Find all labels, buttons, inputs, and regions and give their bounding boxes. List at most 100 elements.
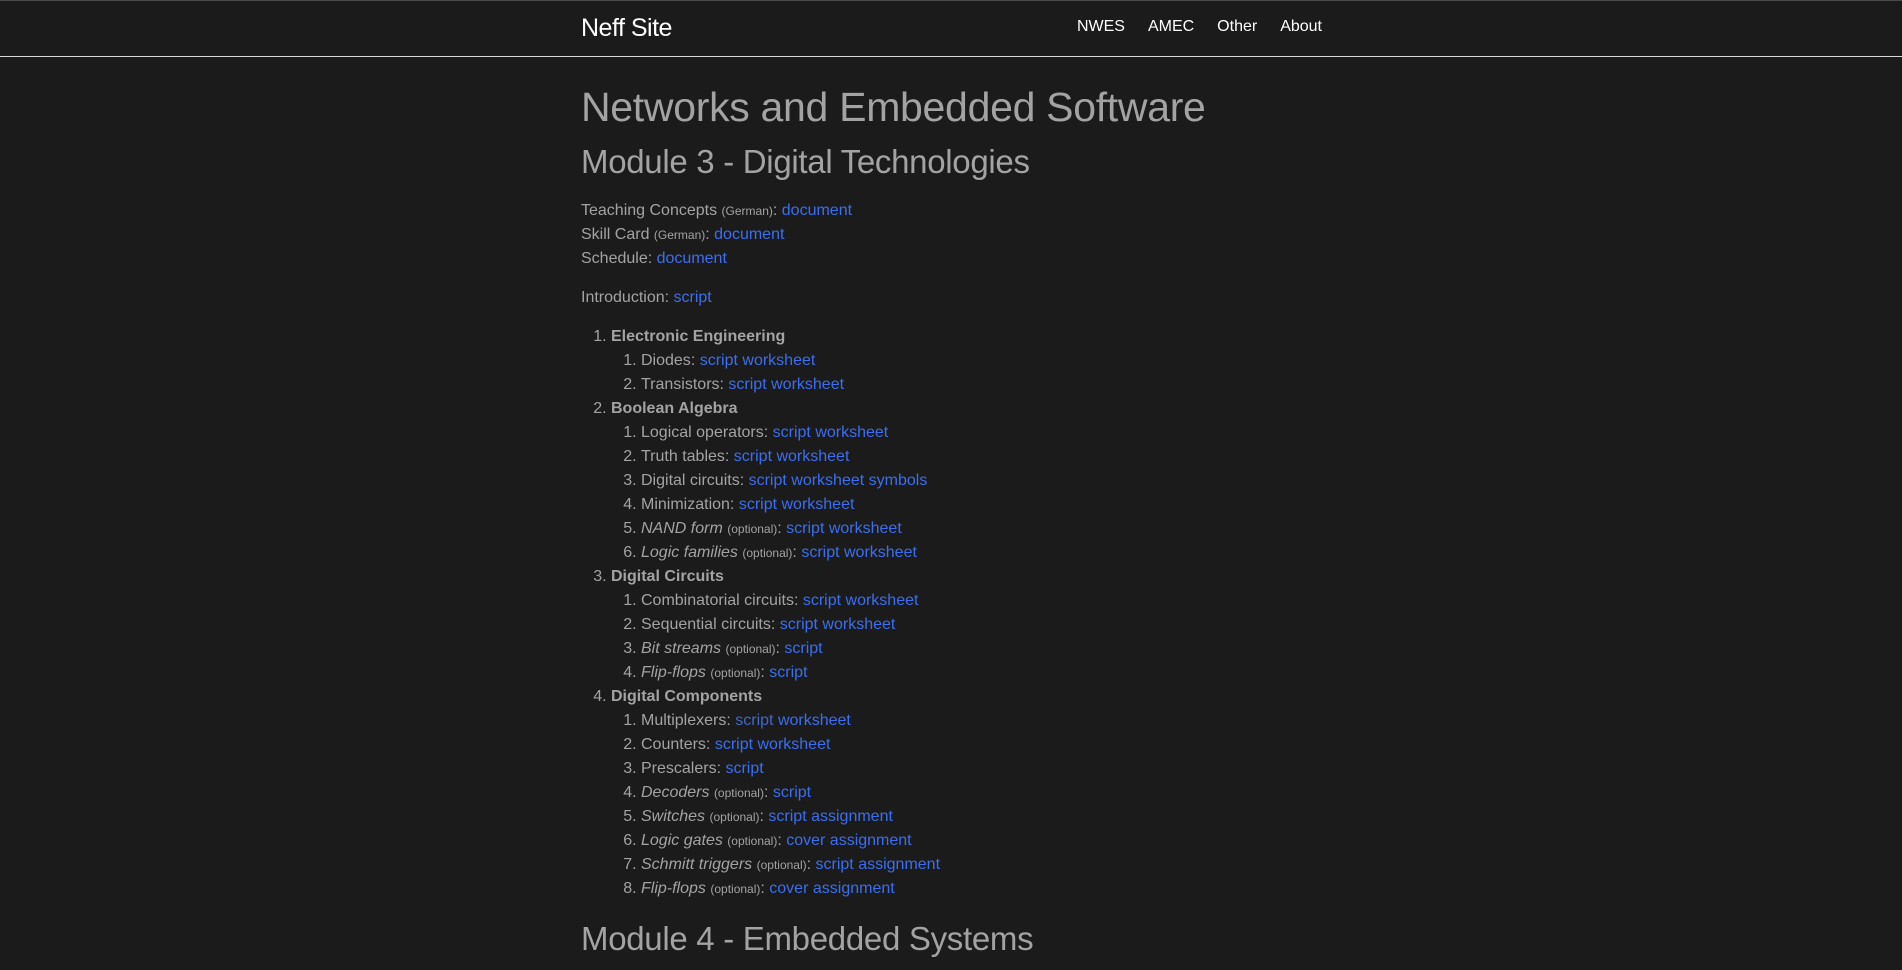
topic-name: Decoders xyxy=(641,784,710,801)
teaching-lang: (German) xyxy=(721,204,773,218)
optional-tag: (optional) xyxy=(710,882,761,896)
nav-links: NWES AMEC Other About xyxy=(1054,18,1322,36)
topic-name: Bit streams xyxy=(641,640,722,657)
topic-item: Decoders (optional): script xyxy=(641,781,1322,805)
topic-name: Sequential circuits xyxy=(641,616,771,633)
topic-item: Truth tables: script worksheet xyxy=(641,445,1322,469)
topic-name: Digital circuits xyxy=(641,472,740,489)
script-link[interactable]: script xyxy=(773,784,811,801)
nav-link-other[interactable]: Other xyxy=(1217,18,1257,36)
topic-list: Multiplexers: script worksheet Counters:… xyxy=(611,709,1322,901)
worksheet-link[interactable]: worksheet xyxy=(778,712,851,729)
main-content: Networks and Embedded Software Module 3 … xyxy=(581,87,1322,956)
section-title: Digital Circuits xyxy=(611,568,724,585)
topic-item: Prescalers: script xyxy=(641,757,1322,781)
script-link[interactable]: script xyxy=(749,472,787,489)
topic-name: Prescalers xyxy=(641,760,717,777)
topic-name: Diodes xyxy=(641,352,691,369)
worksheet-link[interactable]: worksheet xyxy=(771,376,844,393)
topic-item: NAND form (optional): script worksheet xyxy=(641,517,1322,541)
topic-list: Logical operators: script worksheet Trut… xyxy=(611,421,1322,565)
optional-tag: (optional) xyxy=(713,786,764,800)
script-link[interactable]: script xyxy=(816,856,854,873)
schedule-line: Schedule: document xyxy=(581,247,1322,271)
brand-link[interactable]: Neff Site xyxy=(581,14,672,43)
section-item: Digital Circuits Combinatorial circuits:… xyxy=(611,565,1322,685)
nav-link-nwes[interactable]: NWES xyxy=(1077,18,1125,36)
script-link[interactable]: script xyxy=(780,616,818,633)
topic-item: Logical operators: script worksheet xyxy=(641,421,1322,445)
assignment-link[interactable]: assignment xyxy=(811,808,893,825)
script-link[interactable]: script xyxy=(739,496,777,513)
script-link[interactable]: script xyxy=(784,640,822,657)
schedule-document-link[interactable]: document xyxy=(657,250,727,267)
worksheet-link[interactable]: worksheet xyxy=(829,520,902,537)
script-link[interactable]: script xyxy=(725,760,763,777)
optional-tag: (optional) xyxy=(727,522,778,536)
topic-item: Counters: script worksheet xyxy=(641,733,1322,757)
topic-name: Switches xyxy=(641,808,706,825)
script-link[interactable]: script xyxy=(786,520,824,537)
module-info: Teaching Concepts (German): document Ski… xyxy=(581,199,1322,271)
optional-tag: (optional) xyxy=(742,546,793,560)
section-title: Electronic Engineering xyxy=(611,328,786,345)
topic-name: Counters xyxy=(641,736,706,753)
script-link[interactable]: script xyxy=(769,664,807,681)
topic-item: Flip-flops (optional): script xyxy=(641,661,1322,685)
worksheet-link[interactable]: worksheet xyxy=(776,448,849,465)
script-link[interactable]: script xyxy=(803,592,841,609)
skill-lang: (German) xyxy=(653,228,706,242)
topic-list: Diodes: script worksheet Transistors: sc… xyxy=(611,349,1322,397)
nav-link-about[interactable]: About xyxy=(1280,18,1322,36)
assignment-link[interactable]: assignment xyxy=(858,856,940,873)
topic-item: Diodes: script worksheet xyxy=(641,349,1322,373)
script-link[interactable]: script xyxy=(715,736,753,753)
script-link[interactable]: script xyxy=(773,424,811,441)
skill-label: Skill Card xyxy=(581,226,650,243)
skill-card-line: Skill Card (German): document xyxy=(581,226,785,243)
worksheet-link[interactable]: worksheet xyxy=(782,496,855,513)
intro-label: Introduction: xyxy=(581,289,670,306)
topic-name: Logic gates xyxy=(641,832,723,849)
topic-item: Flip-flops (optional): cover assignment xyxy=(641,877,1322,901)
teaching-label: Teaching Concepts xyxy=(581,202,718,219)
nav-link-amec[interactable]: AMEC xyxy=(1148,18,1194,36)
optional-tag: (optional) xyxy=(727,834,778,848)
intro-script-link[interactable]: script xyxy=(674,289,712,306)
topic-item: Transistors: script worksheet xyxy=(641,373,1322,397)
script-link[interactable]: script xyxy=(801,544,839,561)
skill-document-link[interactable]: document xyxy=(714,226,784,243)
topic-item: Sequential circuits: script worksheet xyxy=(641,613,1322,637)
worksheet-link[interactable]: worksheet xyxy=(815,424,888,441)
top-navbar: Neff Site NWES AMEC Other About xyxy=(0,0,1902,57)
cover-link[interactable]: cover xyxy=(786,832,825,849)
script-link[interactable]: script xyxy=(700,352,738,369)
section-title: Boolean Algebra xyxy=(611,400,738,417)
worksheet-link[interactable]: worksheet xyxy=(844,544,917,561)
script-link[interactable]: script xyxy=(768,808,806,825)
assignment-link[interactable]: assignment xyxy=(830,832,912,849)
navbar-inner: Neff Site NWES AMEC Other About xyxy=(581,1,1322,56)
topic-item: Multiplexers: script worksheet xyxy=(641,709,1322,733)
topic-name: Logic families xyxy=(641,544,738,561)
optional-tag: (optional) xyxy=(756,858,807,872)
script-link[interactable]: script xyxy=(735,712,773,729)
optional-tag: (optional) xyxy=(725,642,776,656)
topic-item: Logic gates (optional): cover assignment xyxy=(641,829,1322,853)
script-link[interactable]: script xyxy=(734,448,772,465)
section-item: Boolean Algebra Logical operators: scrip… xyxy=(611,397,1322,565)
topic-item: Bit streams (optional): script xyxy=(641,637,1322,661)
worksheet-link[interactable]: worksheet xyxy=(846,592,919,609)
worksheet-link[interactable]: worksheet xyxy=(758,736,831,753)
topic-item: Minimization: script worksheet xyxy=(641,493,1322,517)
optional-tag: (optional) xyxy=(709,810,760,824)
cover-link[interactable]: cover xyxy=(769,880,808,897)
symbols-link[interactable]: symbols xyxy=(869,472,928,489)
worksheet-link[interactable]: worksheet xyxy=(791,472,864,489)
script-link[interactable]: script xyxy=(728,376,766,393)
topic-list: Combinatorial circuits: script worksheet… xyxy=(611,589,1322,685)
assignment-link[interactable]: assignment xyxy=(813,880,895,897)
worksheet-link[interactable]: worksheet xyxy=(742,352,815,369)
teaching-document-link[interactable]: document xyxy=(782,202,852,219)
worksheet-link[interactable]: worksheet xyxy=(822,616,895,633)
